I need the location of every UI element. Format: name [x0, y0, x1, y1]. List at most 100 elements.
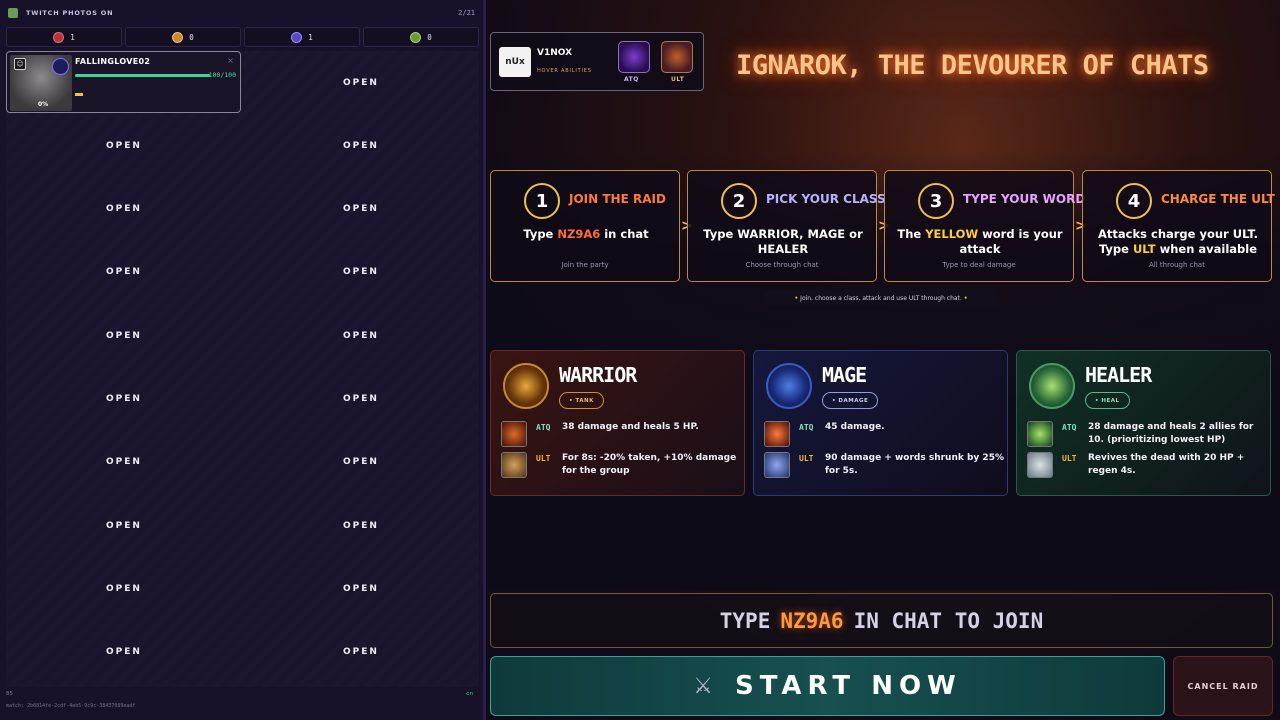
open-slot-label: OPEN — [343, 267, 379, 278]
player-avatar: ☺ 0% — [10, 55, 72, 111]
ability-description: 45 damage. — [825, 422, 885, 432]
step-number: 4 — [1116, 183, 1152, 219]
open-slot-label: OPEN — [343, 394, 379, 404]
ability-tag: ULT — [799, 454, 814, 463]
open-slot[interactable]: OPEN — [243, 304, 479, 367]
open-slot[interactable]: OPEN — [6, 368, 242, 431]
class-card-mage: MAGE • DAMAGE ATQ 45 damage. ULT 90 dama… — [753, 350, 1008, 496]
open-slot[interactable]: OPEN — [243, 178, 479, 241]
close-icon[interactable]: × — [227, 56, 234, 65]
raid-lobby: TWITCH PHOTOS ON 2/21 1 0 1 0 OPEN OPEN OP… — [0, 0, 1280, 720]
ability-description: 28 damage and heals 2 allies for 10. (pr… — [1088, 422, 1254, 445]
join-text-post: IN CHAT TO JOIN — [853, 608, 1044, 633]
open-slot-label: OPEN — [106, 330, 142, 341]
open-slot-label: OPEN — [106, 647, 142, 658]
ability-tag: ATQ — [1062, 423, 1077, 432]
start-now-button[interactable]: ⚔ START NOW — [490, 656, 1165, 716]
open-slot-label: OPEN — [106, 457, 142, 468]
panel-header: TWITCH PHOTOS ON 2/21 — [0, 0, 483, 26]
ability-tag: ULT — [536, 454, 551, 463]
open-slot[interactable]: OPEN — [6, 431, 242, 494]
open-slot-label: OPEN — [343, 330, 379, 341]
participants-panel: TWITCH PHOTOS ON 2/21 1 0 1 0 OPEN OPEN OP… — [0, 0, 486, 720]
step-subtitle: Type to deal damage — [942, 261, 1016, 269]
slot-count: 2/21 — [458, 9, 475, 17]
tank-class-icon — [172, 31, 184, 43]
hover-abilities-hint: HOVER ABILITIES — [537, 68, 592, 74]
player-card[interactable]: ☺ 0% FALLINGLOVE02 × 100/100 — [6, 51, 241, 113]
open-slot[interactable]: OPEN — [243, 51, 479, 114]
step-number: 1 — [524, 183, 560, 219]
step-card: 4 CHARGE THE ULT Attacks charge your ULT… — [1082, 170, 1275, 282]
start-button-label: START NOW — [734, 671, 962, 701]
open-slot[interactable]: OPEN — [6, 304, 242, 367]
step-title: CHARGE THE ULT — [1161, 192, 1275, 206]
open-slot-label: OPEN — [106, 267, 142, 278]
atq-label: ATQ — [624, 76, 639, 83]
open-slot[interactable]: OPEN — [6, 241, 242, 304]
open-slot[interactable]: OPEN — [6, 494, 242, 557]
open-slot[interactable]: OPEN — [243, 241, 479, 304]
class-card-warrior: WARRIOR • TANK ATQ 38 damage and heals 5… — [490, 350, 745, 496]
step-subtitle: Choose through chat — [745, 261, 819, 269]
step-number: 3 — [918, 183, 954, 219]
class-name: WARRIOR — [559, 363, 637, 387]
open-slot[interactable]: OPEN — [6, 557, 242, 620]
open-slot[interactable]: OPEN — [243, 494, 479, 557]
cancel-raid-button[interactable]: CANCEL RAID — [1173, 656, 1273, 716]
step-subtitle: Join the party — [561, 261, 609, 269]
open-slot[interactable]: OPEN — [243, 114, 479, 177]
streamer-card: nUx V1NOX HOVER ABILITIES ATQ ULT — [490, 32, 704, 91]
warrior-emblem-icon — [503, 363, 549, 409]
photos-icon[interactable] — [8, 8, 18, 18]
mage-class-icon — [52, 58, 69, 75]
open-slot[interactable]: OPEN — [243, 557, 479, 620]
ult-ability-icon[interactable] — [661, 41, 693, 73]
open-slot-label: OPEN — [343, 204, 379, 215]
open-slot-label: OPEN — [106, 583, 142, 594]
open-slot-label: OPEN — [106, 140, 142, 151]
step-title: PICK YOUR CLASS — [766, 192, 886, 206]
hp-bar — [75, 74, 210, 77]
ult-label: ULT — [671, 76, 685, 83]
class-tally-bar: 1 0 1 0 — [6, 27, 479, 47]
join-text-pre: TYPE — [719, 608, 771, 633]
role-badge: • DAMAGE — [822, 392, 879, 409]
step-title: TYPE YOUR WORD — [963, 192, 1086, 206]
open-slot-label: OPEN — [106, 520, 142, 531]
tally-count: 0 — [427, 32, 432, 42]
open-slot-label: OPEN — [343, 140, 379, 151]
step-instruction: Type NZ9A6 in chat — [523, 227, 649, 241]
open-slot-label: OPEN — [343, 77, 379, 88]
open-slot[interactable]: OPEN — [6, 178, 242, 241]
step-instruction: Attacks charge your ULT. Type ULT when a… — [1098, 227, 1258, 256]
ability-description: Revives the dead with 20 HP + regen 4s. — [1088, 453, 1245, 476]
step-card: 1 JOIN THE RAID Type NZ9A6 in chat Join … — [490, 170, 680, 282]
class-name: MAGE — [822, 363, 867, 387]
war-banner-icon — [501, 452, 527, 478]
open-slot[interactable]: OPEN — [243, 368, 479, 431]
open-slot-label: OPEN — [106, 394, 142, 404]
open-slot[interactable]: OPEN — [6, 114, 242, 177]
player-slot-grid: OPEN OPEN OPEN OPEN OPEN OPEN OPEN OPEN OPEN OPEN… — [6, 51, 479, 687]
user-icon: ☺ — [14, 58, 26, 70]
current-word-marker — [75, 93, 83, 96]
atq-ability-icon[interactable] — [618, 41, 650, 73]
mage-emblem-icon — [766, 363, 812, 409]
how-to-hint: • Join, choose a class, attack and use U… — [763, 289, 999, 307]
tally-count: 1 — [308, 32, 313, 42]
role-badge: • HEAL — [1085, 392, 1130, 409]
footer-status: on — [466, 691, 473, 697]
open-slot[interactable]: OPEN — [243, 431, 479, 494]
hp-bar-fill — [75, 74, 210, 77]
streamer-name: V1NOX — [537, 48, 573, 58]
tally-mage: 1 — [244, 27, 360, 47]
revive-icon — [1027, 452, 1053, 478]
open-slot[interactable]: OPEN — [6, 621, 242, 684]
open-slot[interactable]: OPEN — [243, 621, 479, 684]
step-title: JOIN THE RAID — [569, 192, 666, 206]
open-slot-label: OPEN — [343, 647, 379, 658]
hp-text: 100/100 — [208, 71, 236, 79]
class-card-healer: HEALER • HEAL ATQ 28 damage and heals 2 … — [1016, 350, 1271, 496]
crossed-swords-icon: ⚔ — [693, 673, 713, 699]
